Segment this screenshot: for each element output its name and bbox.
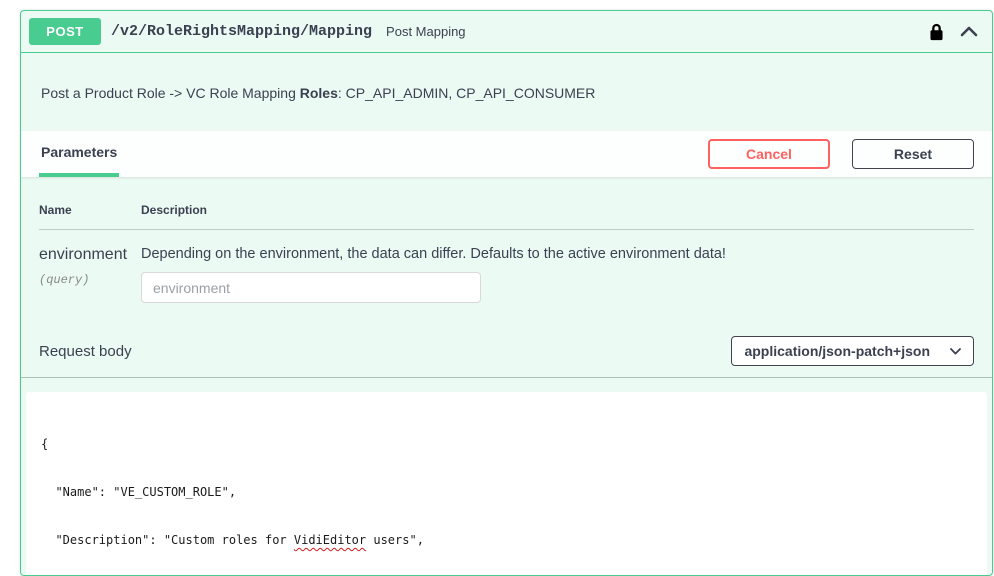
summary-actions [925, 21, 982, 43]
parameters-section-header: Parameters Cancel Reset [21, 131, 992, 177]
code-line: "Description": "Custom roles for VidiEdi… [41, 532, 972, 548]
code-segment: users", [366, 533, 424, 547]
request-body-editor-wrap: { "Name": "VE_CUSTOM_ROLE", "Description… [21, 378, 992, 576]
description-text: Post a Product Role -> VC Role Mapping [41, 85, 300, 101]
request-body-editor[interactable]: { "Name": "VE_CUSTOM_ROLE", "Description… [26, 392, 987, 576]
operation-path: /v2/RoleRightsMapping/Mapping [111, 23, 372, 40]
opblock-post: POST /v2/RoleRightsMapping/Mapping Post … [20, 10, 993, 576]
parameters-table-head: Name Description [39, 203, 974, 230]
content-type-value: application/json-patch+json [744, 343, 930, 359]
parameter-row-environment: environment (query) Depending on the env… [39, 230, 974, 327]
code-line: "Name": "VE_CUSTOM_ROLE", [41, 484, 972, 500]
description-roles-label: Roles [300, 85, 338, 101]
parameter-description-cell: Depending on the environment, the data c… [141, 246, 974, 303]
parameter-name-cell: environment (query) [39, 246, 141, 303]
description-roles-list: : CP_API_ADMIN, CP_API_CONSUMER [338, 85, 596, 101]
tryout-buttons: Cancel Reset [708, 139, 974, 169]
request-body-header: Request body application/json-patch+json [21, 327, 992, 378]
chevron-up-icon[interactable] [956, 24, 982, 39]
content-type-select[interactable]: application/json-patch+json [731, 336, 974, 366]
column-header-description: Description [141, 203, 974, 217]
code-segment: "Description": "Custom roles for [41, 533, 294, 547]
column-header-name: Name [39, 203, 141, 217]
parameter-name: environment [39, 246, 141, 264]
lock-icon-glyph [929, 23, 944, 41]
environment-input[interactable] [141, 272, 481, 303]
method-badge: POST [29, 18, 101, 45]
parameter-description: Depending on the environment, the data c… [141, 246, 974, 262]
reset-button[interactable]: Reset [852, 139, 974, 169]
parameter-location: (query) [39, 273, 141, 287]
request-body-json: { "Name": "VE_CUSTOM_ROLE", "Description… [26, 392, 987, 576]
request-body-label: Request body [39, 343, 132, 360]
chevron-up-glyph [960, 26, 978, 37]
misspelled-word: VidiEditor [294, 533, 366, 547]
code-line: { [41, 436, 972, 452]
chevron-down-icon [950, 348, 961, 355]
operation-description: Post a Product Role -> VC Role Mapping R… [21, 53, 992, 131]
swagger-page: POST /v2/RoleRightsMapping/Mapping Post … [0, 0, 994, 576]
parameters-tab: Parameters [39, 131, 119, 177]
parameters-table: Name Description environment (query) Dep… [21, 177, 992, 327]
lock-icon[interactable] [925, 21, 948, 43]
operation-summary-bar[interactable]: POST /v2/RoleRightsMapping/Mapping Post … [21, 11, 992, 53]
operation-summary: Post Mapping [386, 24, 466, 39]
cancel-button[interactable]: Cancel [708, 139, 830, 169]
